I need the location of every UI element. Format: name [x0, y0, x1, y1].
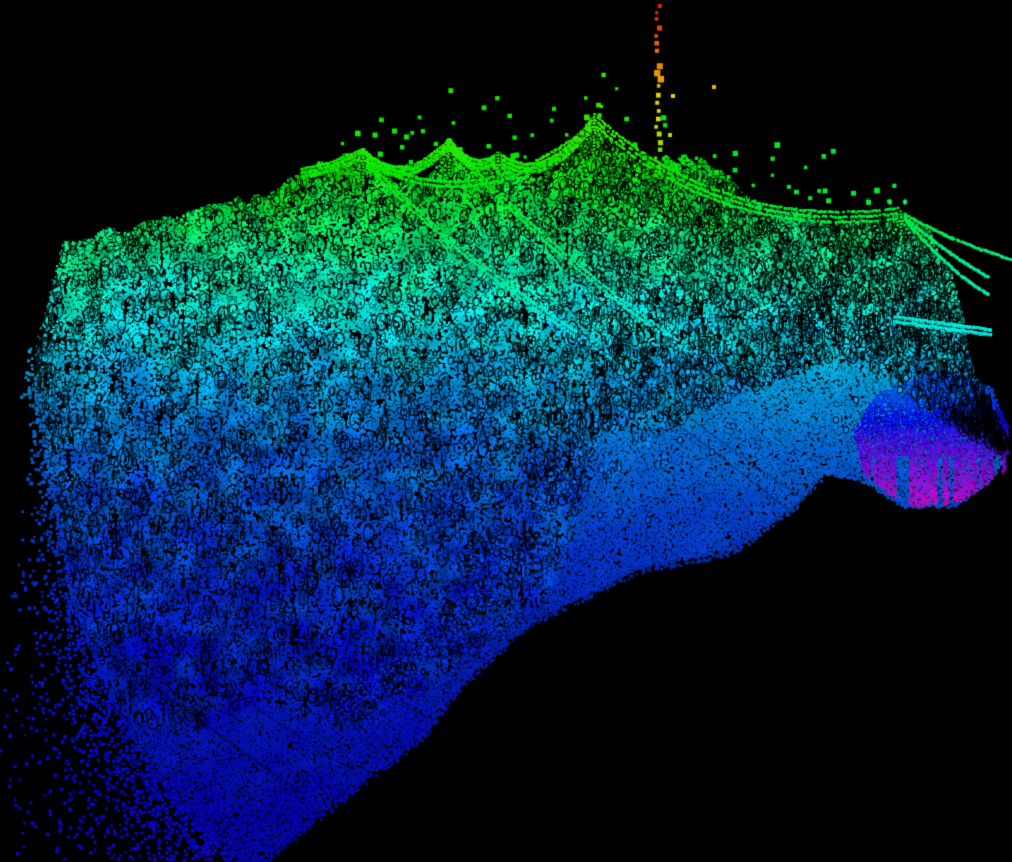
- point-cloud-render[interactable]: [0, 0, 1012, 862]
- point-cloud-viewport: [0, 0, 1012, 862]
